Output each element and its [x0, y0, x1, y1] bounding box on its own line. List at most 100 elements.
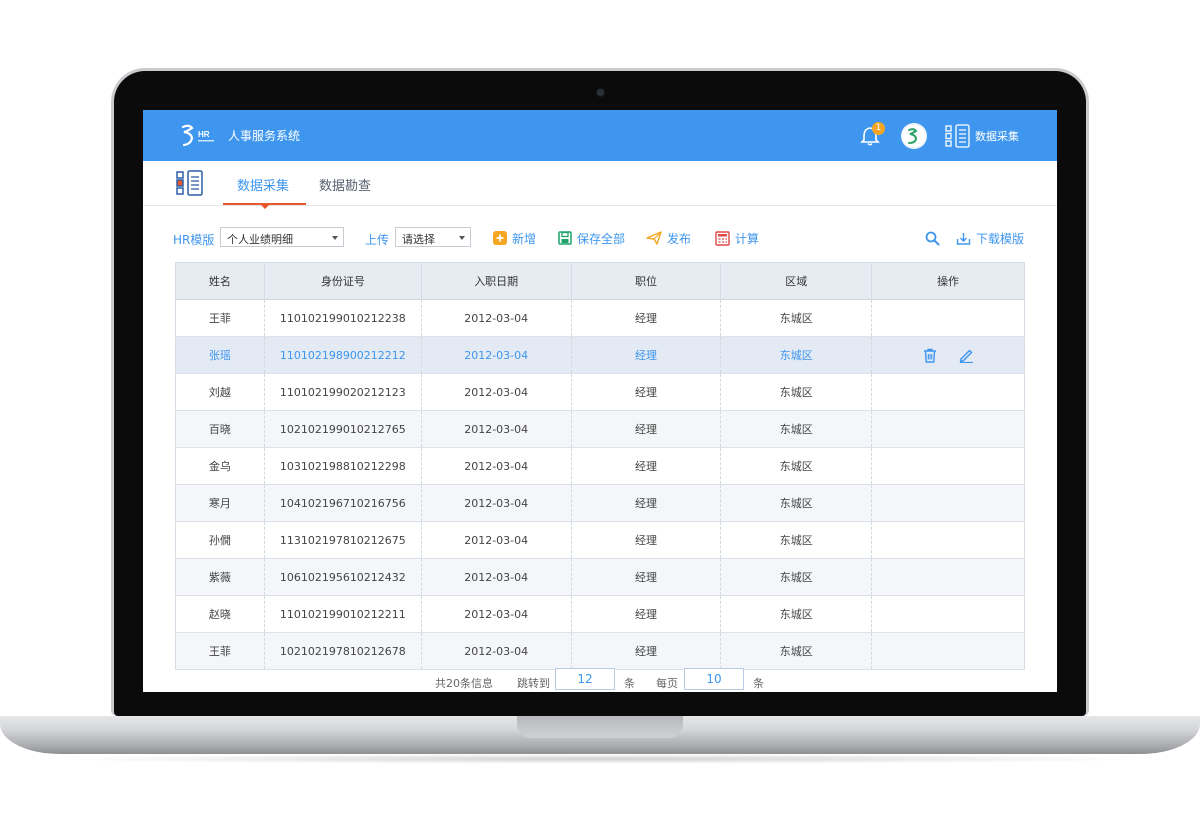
jump-page-input[interactable]: 12 [555, 668, 615, 690]
add-icon [493, 231, 507, 245]
table-row[interactable]: 王菲 110102199010212238 2012-03-04 经理 东城区 [175, 299, 1025, 337]
save-icon [558, 231, 572, 245]
publish-button[interactable]: 发布 [646, 228, 691, 248]
jump-label: 跳转到 [517, 677, 550, 690]
cell-region: 东城区 [720, 632, 873, 670]
chevron-down-icon [332, 236, 338, 240]
download-icon [956, 232, 971, 245]
download-template-button[interactable]: 下载模版 [956, 228, 1024, 248]
cell-date: 2012-03-04 [420, 484, 572, 522]
column-header-position[interactable]: 职位 [570, 262, 722, 300]
tab-data-inspection[interactable]: 数据勘查 [319, 175, 371, 194]
column-header-id[interactable]: 身份证号 [263, 262, 422, 300]
per-page-input[interactable]: 10 [684, 668, 744, 690]
add-button-label: 新增 [512, 231, 537, 246]
cell-id: 102102199010212765 [263, 410, 422, 448]
cell-name: 寒月 [175, 484, 265, 522]
cell-region: 东城区 [720, 595, 873, 633]
table-row[interactable]: 赵晓 110102199010212211 2012-03-04 经理 东城区 [175, 595, 1025, 633]
cell-name: 百晓 [175, 410, 265, 448]
calculate-label: 计算 [735, 231, 760, 246]
cell-name: 刘越 [175, 373, 265, 411]
per-page-label: 每页 [656, 677, 678, 690]
search-icon[interactable] [925, 231, 940, 246]
table-row-selected[interactable]: 张瑶 110102198900212212 2012-03-04 经理 东城区 [175, 336, 1025, 374]
notification-badge: 1 [872, 122, 885, 135]
table-header-row: 姓名 身份证号 入职日期 职位 区域 操作 [175, 262, 1025, 300]
column-header-actions: 操作 [871, 262, 1025, 300]
cell-position: 经理 [570, 299, 722, 337]
template-select[interactable]: 个人业绩明细 [220, 227, 344, 247]
cell-name: 王菲 [175, 299, 265, 337]
pagination: 共20条信息 跳转到 12 条 每页 10 条 [143, 666, 1057, 692]
tab-data-collection[interactable]: 数据采集 [237, 175, 289, 194]
cell-date: 2012-03-04 [420, 410, 572, 448]
calculate-button[interactable]: 计算 [715, 228, 759, 248]
cell-id: 110102199010212211 [263, 595, 422, 633]
table-row[interactable]: 寒月 104102196710216756 2012-03-04 经理 东城区 [175, 484, 1025, 522]
table-row[interactable]: 百晓 102102199010212765 2012-03-04 经理 东城区 [175, 410, 1025, 448]
cell-name: 张瑶 [175, 336, 265, 374]
table-row[interactable]: 刘越 110102199020212123 2012-03-04 经理 东城区 [175, 373, 1025, 411]
cell-id: 110102198900212212 [263, 336, 422, 374]
cell-name: 孙僩 [175, 521, 265, 559]
cell-position: 经理 [570, 410, 722, 448]
cell-position: 经理 [570, 558, 722, 596]
top-bar: HR 人事服务系统 1 数据采集 [143, 110, 1057, 161]
cell-id: 110102199020212123 [263, 373, 422, 411]
cell-id: 104102196710216756 [263, 484, 422, 522]
upload-select-value: 请选择 [402, 233, 435, 246]
logo-text: HR [198, 130, 210, 139]
column-header-region[interactable]: 区域 [720, 262, 873, 300]
save-all-label: 保存全部 [577, 231, 626, 246]
app-screen: HR 人事服务系统 1 数据采集 数据采集 数据勘查 HR模版 个人业绩明细 上… [143, 110, 1057, 692]
cell-region: 东城区 [720, 558, 873, 596]
active-tab-caret [261, 205, 269, 209]
column-header-date[interactable]: 入职日期 [420, 262, 572, 300]
table-row[interactable]: 金乌 103102198810212298 2012-03-04 经理 东城区 [175, 447, 1025, 485]
cell-position: 经理 [570, 521, 722, 559]
cell-date: 2012-03-04 [420, 521, 572, 559]
cell-name: 赵晓 [175, 595, 265, 633]
data-collection-icon[interactable] [945, 123, 971, 149]
send-icon [646, 231, 662, 245]
cell-actions [871, 484, 1025, 522]
cell-region: 东城区 [720, 484, 873, 522]
chevron-down-icon [459, 236, 465, 240]
module-label[interactable]: 数据采集 [975, 128, 1019, 144]
cell-id: 110102199010212238 [263, 299, 422, 337]
cell-date: 2012-03-04 [420, 336, 572, 374]
upload-select[interactable]: 请选择 [395, 227, 471, 247]
user-avatar[interactable] [901, 123, 927, 149]
cell-name: 王菲 [175, 632, 265, 670]
cell-actions [871, 521, 1025, 559]
per-page-unit: 条 [753, 677, 764, 690]
cell-name: 金乌 [175, 447, 265, 485]
trash-icon[interactable] [923, 348, 937, 363]
data-module-icon [176, 170, 203, 196]
table-row[interactable]: 王菲 102102197810212678 2012-03-04 经理 东城区 [175, 632, 1025, 670]
save-all-button[interactable]: 保存全部 [558, 228, 625, 248]
cell-id: 113102197810212675 [263, 521, 422, 559]
edit-pencil-icon[interactable] [959, 348, 974, 363]
cell-id: 103102198810212298 [263, 447, 422, 485]
column-header-name[interactable]: 姓名 [175, 262, 265, 300]
cell-id: 106102195610212432 [263, 558, 422, 596]
download-template-label: 下载模版 [976, 231, 1025, 246]
cell-region: 东城区 [720, 299, 873, 337]
total-count: 共20条信息 [435, 677, 493, 690]
laptop-notch [517, 716, 683, 738]
cell-position: 经理 [570, 336, 722, 374]
cell-region: 东城区 [720, 447, 873, 485]
table-row[interactable]: 紫薇 106102195610212432 2012-03-04 经理 东城区 [175, 558, 1025, 596]
cell-id: 102102197810212678 [263, 632, 422, 670]
cell-name: 紫薇 [175, 558, 265, 596]
cell-date: 2012-03-04 [420, 632, 572, 670]
cell-actions [871, 558, 1025, 596]
hr-logo-icon: HR [181, 124, 214, 147]
add-button[interactable]: 新增 [493, 228, 536, 248]
cell-region: 东城区 [720, 410, 873, 448]
cell-position: 经理 [570, 484, 722, 522]
table-row[interactable]: 孙僩 113102197810212675 2012-03-04 经理 东城区 [175, 521, 1025, 559]
cell-date: 2012-03-04 [420, 447, 572, 485]
